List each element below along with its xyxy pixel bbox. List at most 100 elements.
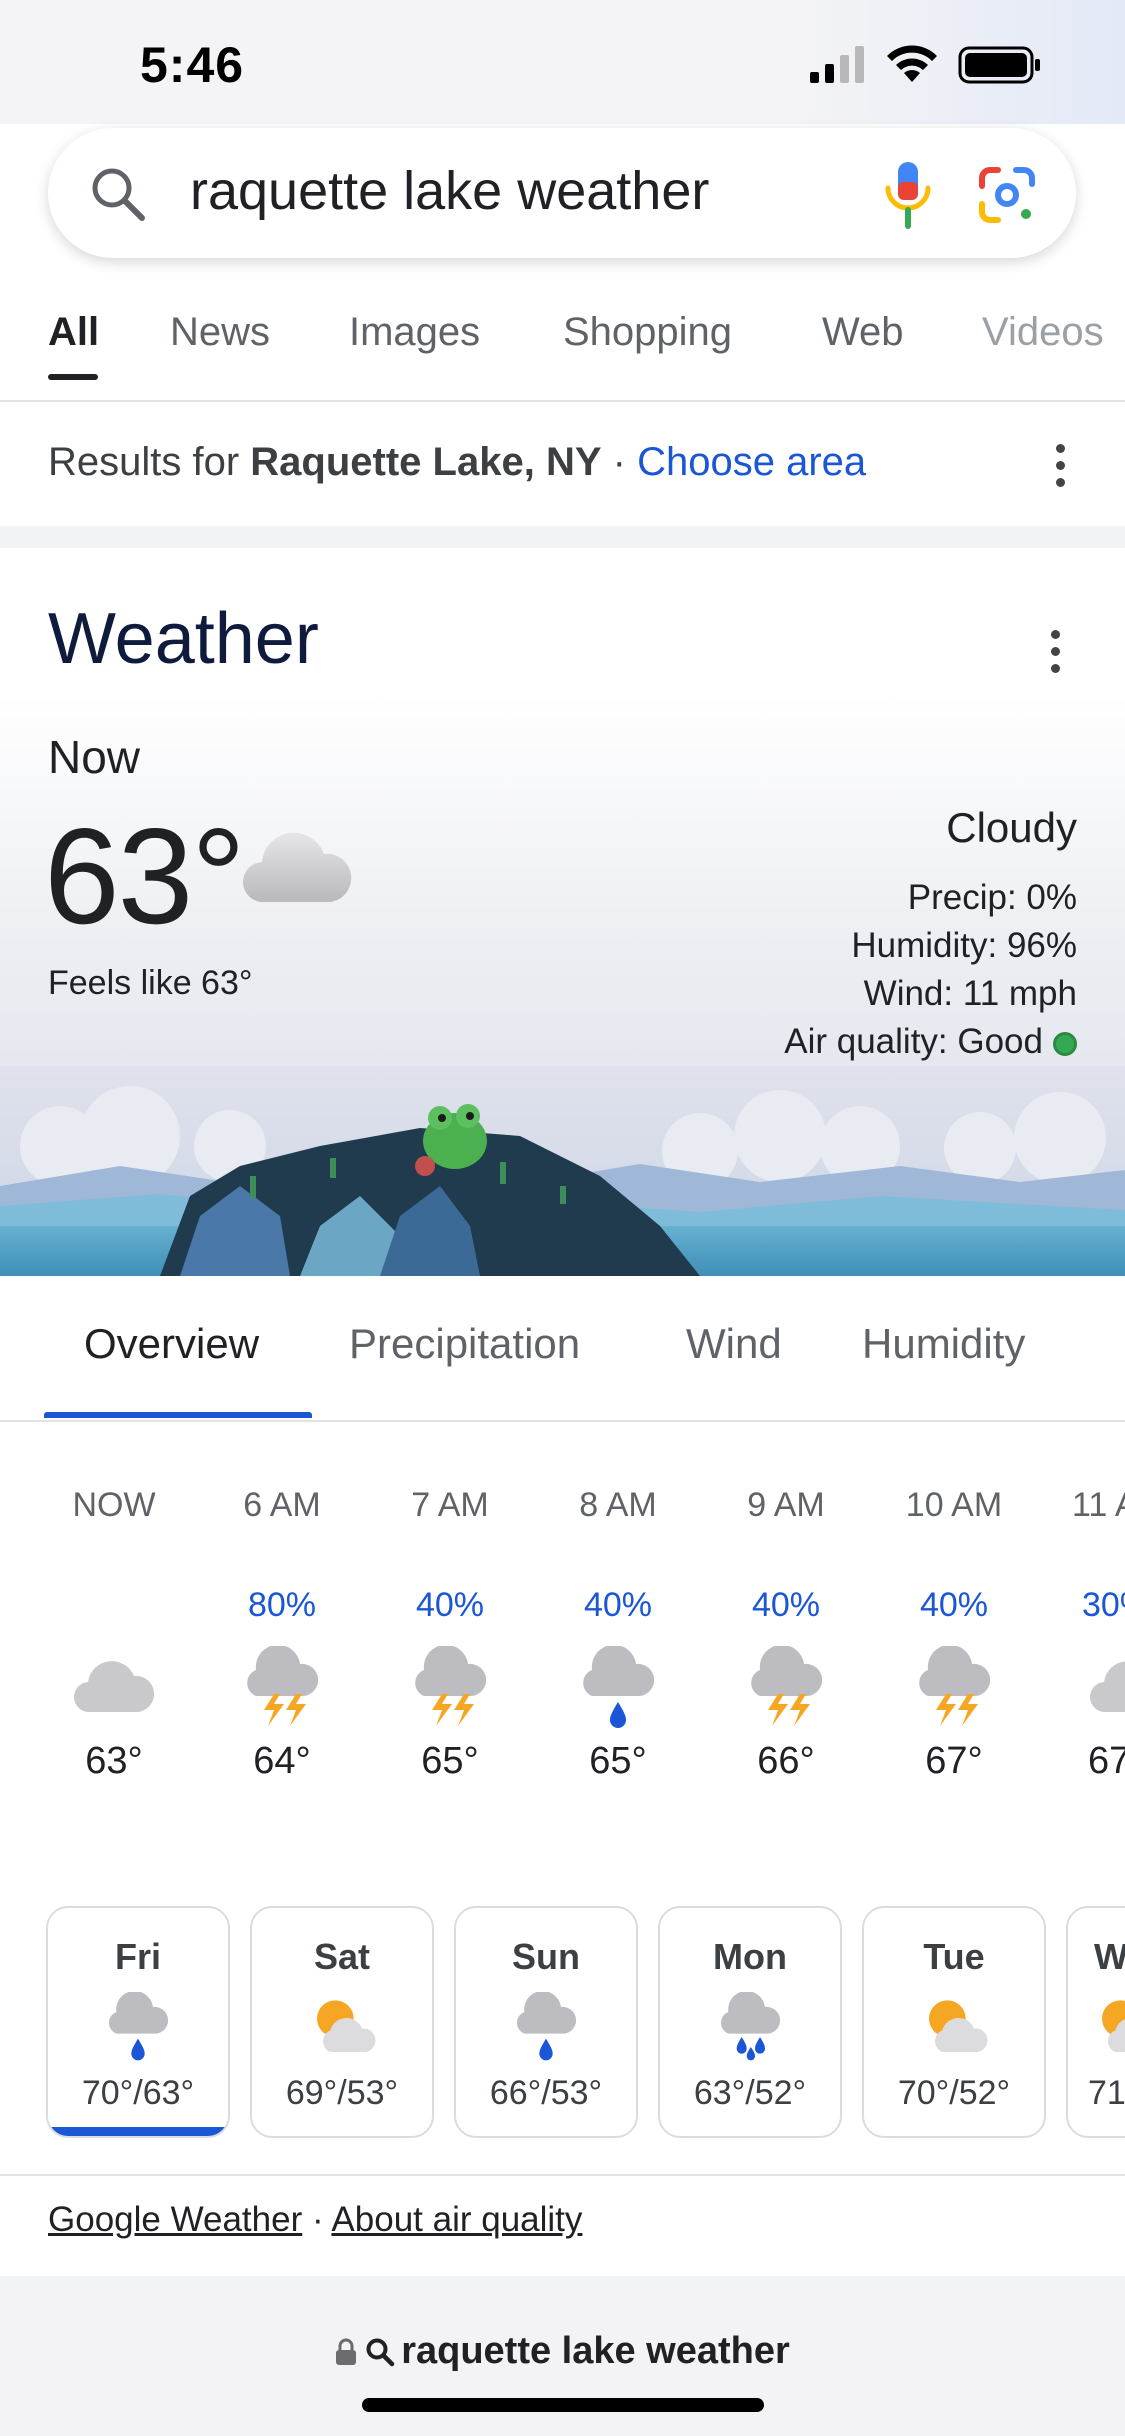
day-name: Sun bbox=[512, 1936, 580, 1977]
search-icon bbox=[366, 2338, 395, 2367]
divider bbox=[0, 1420, 1125, 1422]
hour-temp: 65° bbox=[421, 1740, 479, 1782]
thunderstorm-icon bbox=[247, 1646, 319, 1726]
day-temps: 70°/52° bbox=[897, 2074, 1011, 2112]
hour-item: 10 AM 40% 67° bbox=[870, 1480, 1038, 1783]
browser-address-bar[interactable]: raquette lake weather bbox=[0, 2296, 1125, 2436]
divider bbox=[0, 2174, 1125, 2176]
now-label: Now bbox=[48, 731, 141, 783]
hour-time: 11 AM bbox=[1072, 1486, 1125, 1524]
battery-icon bbox=[958, 46, 1040, 84]
hour-precip: 40% bbox=[751, 1586, 821, 1624]
condition-label: Cloudy bbox=[946, 804, 1077, 851]
hour-temp: 67° bbox=[1088, 1740, 1125, 1782]
day-temps: 71° bbox=[1088, 2074, 1125, 2112]
day-card[interactable]: Sun 66°/53° bbox=[454, 1906, 638, 2138]
day-name: Tue bbox=[923, 1936, 985, 1977]
cloud-icon bbox=[73, 1661, 155, 1713]
hour-temp: 63° bbox=[85, 1740, 143, 1782]
hour-precip: 30% bbox=[1082, 1586, 1125, 1624]
address-bar-text: raquette lake weather bbox=[401, 2330, 790, 2372]
weather-illustration bbox=[0, 1066, 1125, 1276]
daily-forecast[interactable]: Fri 70°/63° Sat 69°/53° Sun 66°/53° Mon bbox=[0, 1906, 1125, 2142]
current-conditions: Cloudy Precip: 0% Humidity: 96% Wind: 11… bbox=[784, 804, 1077, 1066]
divider bbox=[0, 400, 1125, 402]
hour-time: 8 AM bbox=[579, 1486, 657, 1524]
weather-footer-links: Google Weather · About air quality bbox=[48, 2200, 582, 2240]
hour-precip: 80% bbox=[247, 1586, 317, 1624]
current-temperature: 63° bbox=[44, 800, 246, 952]
hourly-forecast[interactable]: NOW 63° 6 AM 80% 64° 7 AM 40% 65° 8 AM 4… bbox=[0, 1480, 1125, 1840]
google-lens-icon[interactable] bbox=[976, 164, 1038, 226]
day-temps: 70°/63° bbox=[81, 2074, 195, 2112]
tab-news[interactable]: News bbox=[170, 310, 270, 355]
weather-more-icon[interactable] bbox=[1045, 630, 1065, 680]
separator-dot: · bbox=[612, 440, 626, 484]
day-card[interactable]: Mon 63°/52° bbox=[658, 1906, 842, 2138]
day-card[interactable]: Fri 70°/63° bbox=[46, 1906, 230, 2138]
wifi-icon bbox=[887, 45, 937, 82]
results-more-icon[interactable] bbox=[1050, 444, 1070, 494]
hour-item: 11 AM 30% 67° bbox=[1038, 1480, 1125, 1783]
weather-card: Weather Now 63° Feels like 63° Cloudy Pr… bbox=[0, 548, 1125, 1276]
choose-area-link[interactable]: Choose area bbox=[637, 440, 866, 484]
day-name: Mon bbox=[713, 1936, 787, 1977]
search-icon[interactable] bbox=[88, 164, 148, 224]
hour-item: 8 AM 40% 65° bbox=[534, 1480, 702, 1783]
tab-videos[interactable]: Videos bbox=[982, 310, 1104, 355]
hour-time: 6 AM bbox=[243, 1486, 321, 1524]
search-box[interactable]: raquette lake weather bbox=[48, 128, 1076, 258]
hour-temp: 67° bbox=[925, 1740, 983, 1782]
thunderstorm-icon bbox=[919, 1646, 991, 1726]
thunderstorm-icon bbox=[751, 1646, 823, 1726]
tab-humidity[interactable]: Humidity bbox=[862, 1320, 1025, 1368]
hour-time: 7 AM bbox=[411, 1486, 489, 1524]
cloud-icon bbox=[1089, 1661, 1125, 1713]
section-separator bbox=[0, 526, 1125, 548]
day-name: Fri bbox=[114, 1936, 161, 1977]
tab-wind[interactable]: Wind bbox=[686, 1320, 782, 1368]
tab-web[interactable]: Web bbox=[822, 310, 904, 355]
day-card[interactable]: Tue 70°/52° bbox=[862, 1906, 1046, 2138]
hour-item: 6 AM 80% 64° bbox=[198, 1480, 366, 1783]
google-weather-link[interactable]: Google Weather bbox=[48, 2200, 302, 2239]
microphone-icon[interactable] bbox=[876, 158, 940, 230]
about-air-quality-link[interactable]: About air quality bbox=[331, 2200, 582, 2239]
status-time: 5:46 bbox=[140, 37, 245, 93]
day-card[interactable]: Sat 69°/53° bbox=[250, 1906, 434, 2138]
tab-overview[interactable]: Overview bbox=[84, 1320, 259, 1368]
day-card[interactable]: Wed 71° bbox=[1066, 1906, 1125, 2138]
tab-precipitation[interactable]: Precipitation bbox=[349, 1320, 580, 1368]
partly-sunny-icon bbox=[929, 2000, 988, 2052]
hour-time: NOW bbox=[72, 1486, 156, 1524]
air-quality-row[interactable]: Air quality: Good bbox=[784, 1018, 1077, 1066]
day-temps: 63°/52° bbox=[693, 2074, 807, 2112]
day-temps: 66°/53° bbox=[489, 2074, 603, 2112]
tab-shopping[interactable]: Shopping bbox=[563, 310, 732, 355]
tab-images[interactable]: Images bbox=[349, 310, 480, 355]
hour-item: NOW 63° bbox=[30, 1480, 198, 1783]
separator-dot: · bbox=[311, 2200, 324, 2239]
home-indicator[interactable] bbox=[362, 2398, 764, 2412]
feels-like: Feels like 63° bbox=[48, 964, 253, 1002]
partly-sunny-icon bbox=[317, 2000, 376, 2052]
rain-icon bbox=[583, 1646, 655, 1728]
results-for-line: Results for Raquette Lake, NY · Choose a… bbox=[48, 440, 866, 485]
active-detail-tab-indicator bbox=[44, 1412, 312, 1418]
hour-precip: 40% bbox=[583, 1586, 653, 1624]
active-tab-indicator bbox=[48, 374, 98, 380]
hour-time: 10 AM bbox=[905, 1486, 1003, 1524]
search-tabs: All News Images Shopping Web Videos bbox=[0, 290, 1125, 400]
address-bar-content[interactable]: raquette lake weather bbox=[0, 2330, 1125, 2373]
hour-precip: 40% bbox=[415, 1586, 485, 1624]
search-input[interactable]: raquette lake weather bbox=[190, 160, 709, 222]
weather-title: Weather bbox=[48, 599, 319, 679]
weather-detail-tabs: Overview Precipitation Wind Humidity bbox=[0, 1276, 1125, 1422]
hour-precip bbox=[30, 1580, 198, 1630]
cellular-signal-icon bbox=[810, 46, 864, 83]
tab-all[interactable]: All bbox=[48, 310, 99, 355]
thunderstorm-icon bbox=[415, 1646, 487, 1726]
air-quality-indicator-icon bbox=[1053, 1032, 1077, 1056]
rain-icon bbox=[516, 1992, 577, 2061]
rain-icon bbox=[108, 1992, 169, 2061]
